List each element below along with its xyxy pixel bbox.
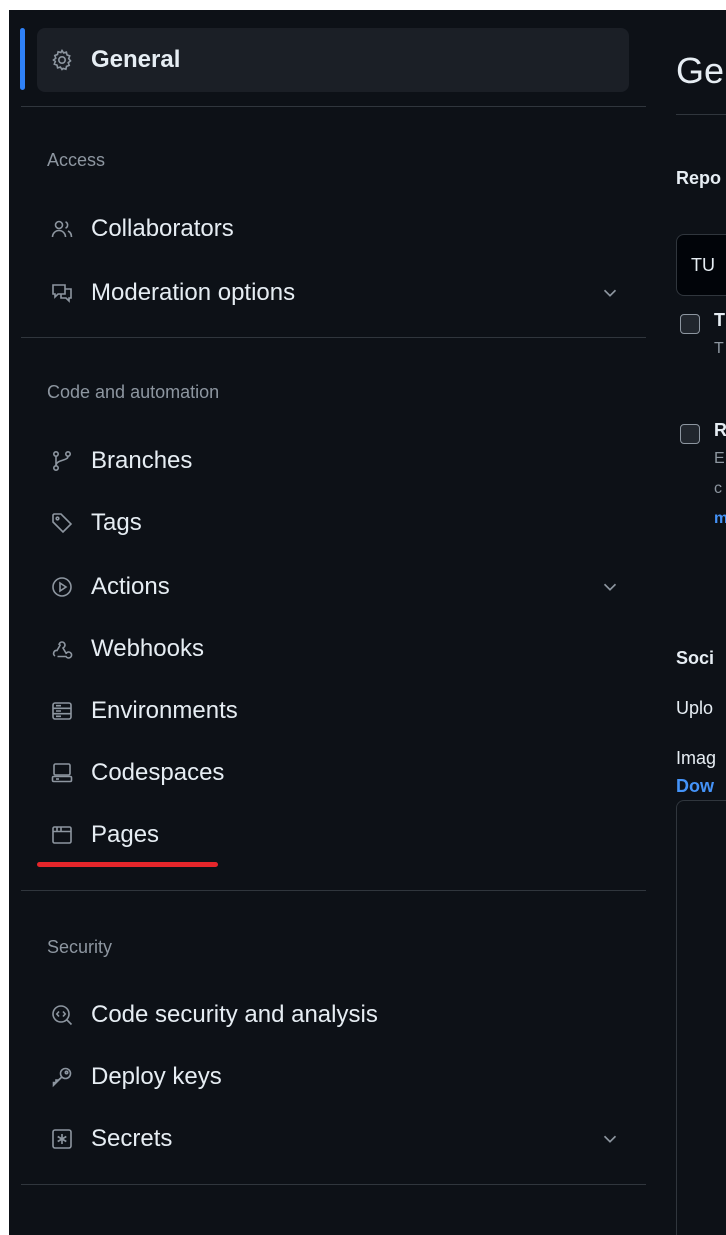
social-preview-heading: Soci xyxy=(676,648,715,668)
sidebar-item-label: Collaborators xyxy=(91,215,234,242)
template-checkbox-title: T xyxy=(714,310,725,330)
repository-name-label: Repo xyxy=(676,168,721,188)
social-preview-image-box xyxy=(676,800,726,1235)
sidebar-item-webhooks[interactable]: Webhooks xyxy=(37,622,629,676)
key-asterisk-icon xyxy=(49,1126,75,1152)
tag-icon xyxy=(49,510,75,536)
chevron-down-icon[interactable] xyxy=(599,1128,621,1150)
webhook-icon xyxy=(49,636,75,662)
sidebar-item-branches[interactable]: Branches xyxy=(37,434,629,488)
sidebar-item-label: Codespaces xyxy=(91,759,225,786)
require-signoff-desc-line: c xyxy=(714,480,722,497)
chevron-down-icon[interactable] xyxy=(599,282,621,304)
sidebar-item-general[interactable]: General xyxy=(37,28,629,92)
sidebar-item-label: Moderation options xyxy=(91,279,296,306)
codespaces-icon xyxy=(49,760,75,786)
sidebar-item-label: Pages xyxy=(91,821,160,848)
sidebar-item-label: Secrets xyxy=(91,1125,173,1152)
chevron-down-icon[interactable] xyxy=(599,576,621,598)
sidebar-item-label: Branches xyxy=(91,447,193,474)
sidebar-item-label: Environments xyxy=(91,697,238,724)
sidebar-item-label: Tags xyxy=(91,509,142,536)
sidebar-item-label: Code security and analysis xyxy=(91,1001,378,1028)
settings-main-panel: Ge Repo TU T T R E c m Soci Uplo Imag Do… xyxy=(646,10,726,1235)
sidebar-item-label: General xyxy=(91,46,181,73)
gear-icon xyxy=(49,47,75,73)
template-checkbox-desc: T xyxy=(714,340,724,357)
download-template-link[interactable]: Dow xyxy=(676,776,714,797)
title-divider xyxy=(676,114,726,115)
sidebar-item-moderation-options[interactable]: Moderation options xyxy=(37,266,629,320)
settings-window: General Access Collaborators Moderation … xyxy=(9,10,726,1235)
people-icon xyxy=(49,216,75,242)
divider xyxy=(21,106,646,107)
section-heading-security: Security xyxy=(47,937,113,957)
sidebar-item-secrets[interactable]: Secrets xyxy=(37,1112,629,1166)
sidebar-item-code-security-and-analysis[interactable]: Code security and analysis xyxy=(37,988,629,1042)
require-signoff-checkbox-title: R xyxy=(714,420,726,440)
sidebar-item-collaborators[interactable]: Collaborators xyxy=(37,202,629,256)
active-indicator xyxy=(20,28,25,90)
git-branch-icon xyxy=(49,448,75,474)
require-signoff-checkbox[interactable] xyxy=(680,424,700,444)
divider xyxy=(21,890,646,891)
comment-discussion-icon xyxy=(49,280,75,306)
sidebar-item-pages[interactable]: Pages xyxy=(37,808,629,862)
sidebar-item-actions[interactable]: Actions xyxy=(37,560,629,614)
server-icon xyxy=(49,698,75,724)
template-checkbox[interactable] xyxy=(680,314,700,334)
section-heading-access: Access xyxy=(47,150,106,170)
sidebar-item-label: Deploy keys xyxy=(91,1063,222,1090)
sidebar-item-label: Webhooks xyxy=(91,635,204,662)
play-icon xyxy=(49,574,75,600)
sidebar-item-environments[interactable]: Environments xyxy=(37,684,629,738)
settings-sidebar: General Access Collaborators Moderation … xyxy=(9,10,646,1235)
sidebar-item-tags[interactable]: Tags xyxy=(37,496,629,550)
learn-more-link[interactable]: m xyxy=(714,510,726,528)
sidebar-item-label: Actions xyxy=(91,573,170,600)
upload-image-text: Uplo xyxy=(676,698,714,718)
codescan-icon xyxy=(49,1002,75,1028)
top-page-strip xyxy=(0,0,726,10)
image-guidance-text: Imag xyxy=(676,748,717,768)
divider xyxy=(21,1184,646,1185)
sidebar-item-codespaces[interactable]: Codespaces xyxy=(37,746,629,800)
repository-name-input[interactable]: TU xyxy=(676,234,726,296)
red-underline-annotation xyxy=(37,862,218,867)
sidebar-item-deploy-keys[interactable]: Deploy keys xyxy=(37,1050,629,1104)
browser-icon xyxy=(49,822,75,848)
divider xyxy=(21,337,646,338)
key-icon xyxy=(49,1064,75,1090)
section-heading-code-and-automation: Code and automation xyxy=(47,382,220,402)
require-signoff-desc-line: E xyxy=(714,450,725,467)
page-title: Ge xyxy=(676,50,725,91)
